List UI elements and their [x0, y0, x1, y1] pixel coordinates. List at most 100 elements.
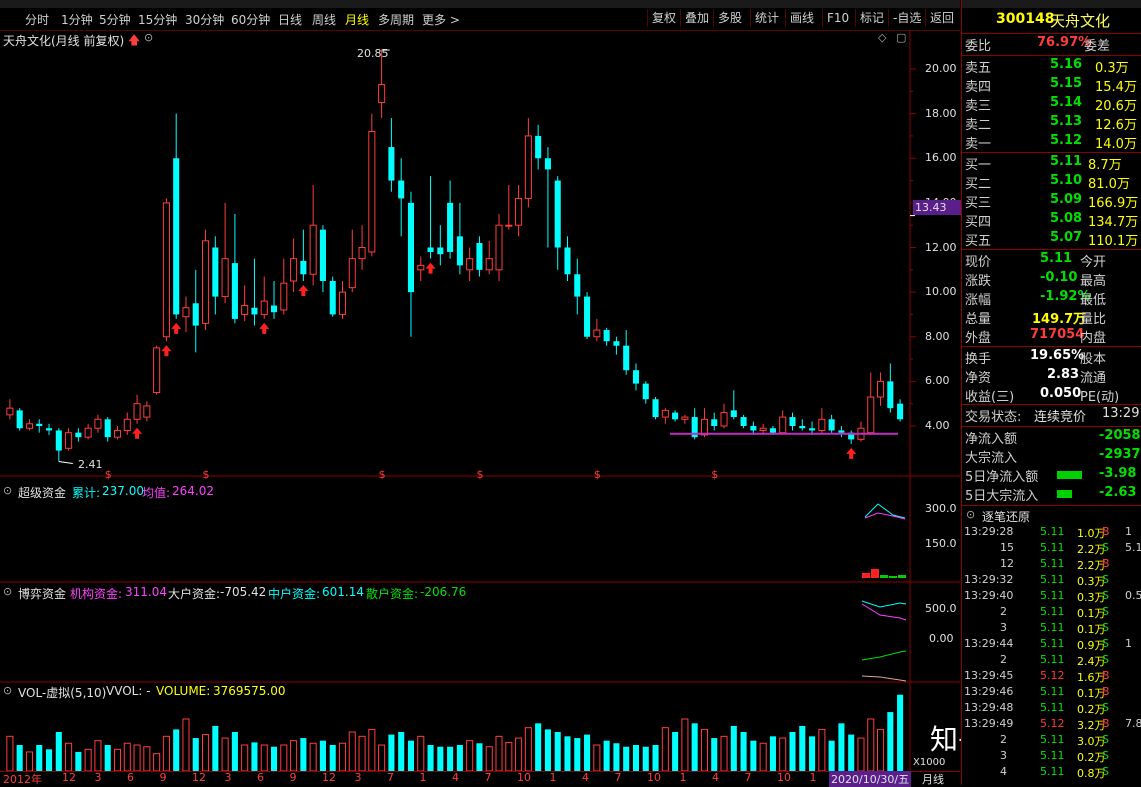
volume-bar [113, 748, 122, 772]
tick-side: S [1102, 621, 1109, 634]
candle-body [818, 418, 826, 431]
candle-body [485, 258, 493, 271]
tick-side: B [1102, 685, 1110, 698]
tab-monthly[interactable]: 月线 [345, 11, 369, 28]
volume-bar [241, 744, 249, 772]
f10-button[interactable]: F10 [822, 9, 853, 27]
fuquan-button[interactable]: 复权 [647, 9, 680, 27]
tab-multi-period[interactable]: 多周期 [378, 11, 414, 28]
tick-row: 13:29:49 5.12 3.2万 B 7.8 [962, 717, 1141, 733]
volume-bar [270, 746, 278, 771]
candle-body [730, 410, 737, 418]
price-axis-label: 16.00 [925, 151, 957, 165]
super-fund-axis-150: 150.0 [925, 537, 957, 550]
sell-level-volume: 20.6万 [1095, 99, 1137, 114]
candle-body [603, 330, 610, 342]
candle-body [319, 229, 326, 281]
window-restore-icon[interactable]: ▢ [896, 31, 906, 44]
volume-bar [6, 735, 14, 772]
tick-side: B [1102, 525, 1110, 538]
volume-bar [779, 737, 787, 772]
candle-body [84, 427, 92, 438]
time-axis-label: 12 [192, 771, 206, 784]
stats-button[interactable]: 统计 [750, 9, 783, 27]
sell-signal-mark: $ [203, 468, 210, 481]
candle-body [515, 197, 523, 226]
kline-chart[interactable]: $ $ $ $ $ $ [0, 30, 960, 785]
tab-weekly[interactable]: 周线 [312, 11, 336, 28]
tab-more[interactable]: 更多 > [422, 11, 460, 28]
quote-row: 外盘 717054 内盘 [962, 327, 1141, 346]
panel-toggle-icon[interactable]: ⊙ [3, 484, 12, 497]
candle-body [241, 305, 249, 315]
candle-body [809, 428, 816, 431]
panel-toggle-icon[interactable]: ⊙ [3, 684, 12, 697]
volume-bar [55, 732, 62, 771]
volume-value: 3769575.00 [213, 684, 286, 698]
tab-5min[interactable]: 5分钟 [99, 11, 131, 28]
tick-price: 5.11 [1040, 605, 1065, 618]
tick-toggle-icon[interactable]: ⊙ [966, 508, 975, 521]
volume-bar [720, 735, 728, 772]
quote-label: 外盘 [965, 331, 992, 346]
candle-body [623, 345, 630, 371]
stats-row: 净资 2.83 流通 [962, 367, 1141, 386]
tick-row: 2 5.11 3.0万 S [962, 733, 1141, 749]
stats-value: 0.050 [1040, 386, 1082, 401]
volume-bar [867, 718, 875, 772]
multi-stock-button[interactable]: 多股 [713, 9, 746, 27]
candle-body [104, 419, 111, 438]
tab-30min[interactable]: 30分钟 [185, 11, 224, 28]
tab-15min[interactable]: 15分钟 [138, 11, 177, 28]
sell-level-price: 5.14 [1050, 95, 1083, 110]
tab-fenshi[interactable]: 分时 [25, 11, 49, 28]
draw-line-button[interactable]: 画线 [785, 9, 818, 27]
tick-row: 3 5.11 0.1万 S [962, 621, 1141, 637]
mark-button[interactable]: 标记 [855, 9, 888, 27]
candle-body [182, 307, 190, 318]
volume-bar [828, 740, 835, 771]
candle-body [867, 396, 875, 434]
candle-body [632, 370, 640, 384]
add-watchlist-button[interactable]: -自选 [888, 9, 925, 27]
tab-60min[interactable]: 60分钟 [231, 11, 270, 28]
stats-row: 收益(三) 0.050 PE(动) [962, 386, 1141, 405]
large-fund-line [861, 675, 907, 682]
tick-price: 5.11 [1040, 733, 1065, 746]
volume-bar [427, 745, 434, 771]
panel-toggle-icon[interactable]: ⊙ [3, 585, 12, 598]
tick-price: 5.12 [1040, 669, 1065, 682]
candle-body [153, 347, 161, 394]
super-fund-bar [889, 576, 897, 578]
volume-label: VOLUME: [156, 684, 211, 698]
candle-body [123, 418, 131, 431]
tab-1min[interactable]: 1分钟 [61, 11, 93, 28]
quote-label-2: 内盘 [1080, 331, 1107, 346]
volume-bar [623, 746, 630, 771]
buy-level-price: 5.08 [1050, 211, 1083, 226]
weicha-label: 委差 [1084, 39, 1111, 54]
stats-label: 净资 [965, 371, 992, 386]
tick-time: 13:29:46 [964, 685, 1014, 698]
candle-body [838, 430, 845, 433]
time-axis-label: 1 [549, 771, 557, 784]
tick-price: 5.11 [1040, 573, 1065, 586]
trade-state-label: 交易状态: [965, 410, 1022, 425]
back-button[interactable]: 返回 [925, 9, 958, 27]
tick-time: 13:29:45 [964, 669, 1014, 682]
candle-body [162, 202, 170, 338]
buy-level-volume: 81.0万 [1088, 177, 1130, 192]
chevron-down-icon[interactable]: ⊙ [144, 31, 153, 44]
volume-bar [143, 746, 151, 772]
volume-bar [848, 734, 855, 771]
volume-bar [857, 737, 865, 772]
diamond-icon[interactable]: ◇ [878, 31, 886, 44]
sell-signal-mark: $ [711, 468, 718, 481]
overlay-button[interactable]: 叠加 [680, 9, 713, 27]
candle-body [231, 263, 238, 319]
quote-label-2: 今开 [1080, 255, 1107, 270]
candle-body [75, 432, 82, 438]
low-price-label: 2.41 [78, 458, 103, 471]
time-axis-label: 7 [744, 771, 752, 784]
tab-daily[interactable]: 日线 [278, 11, 302, 28]
